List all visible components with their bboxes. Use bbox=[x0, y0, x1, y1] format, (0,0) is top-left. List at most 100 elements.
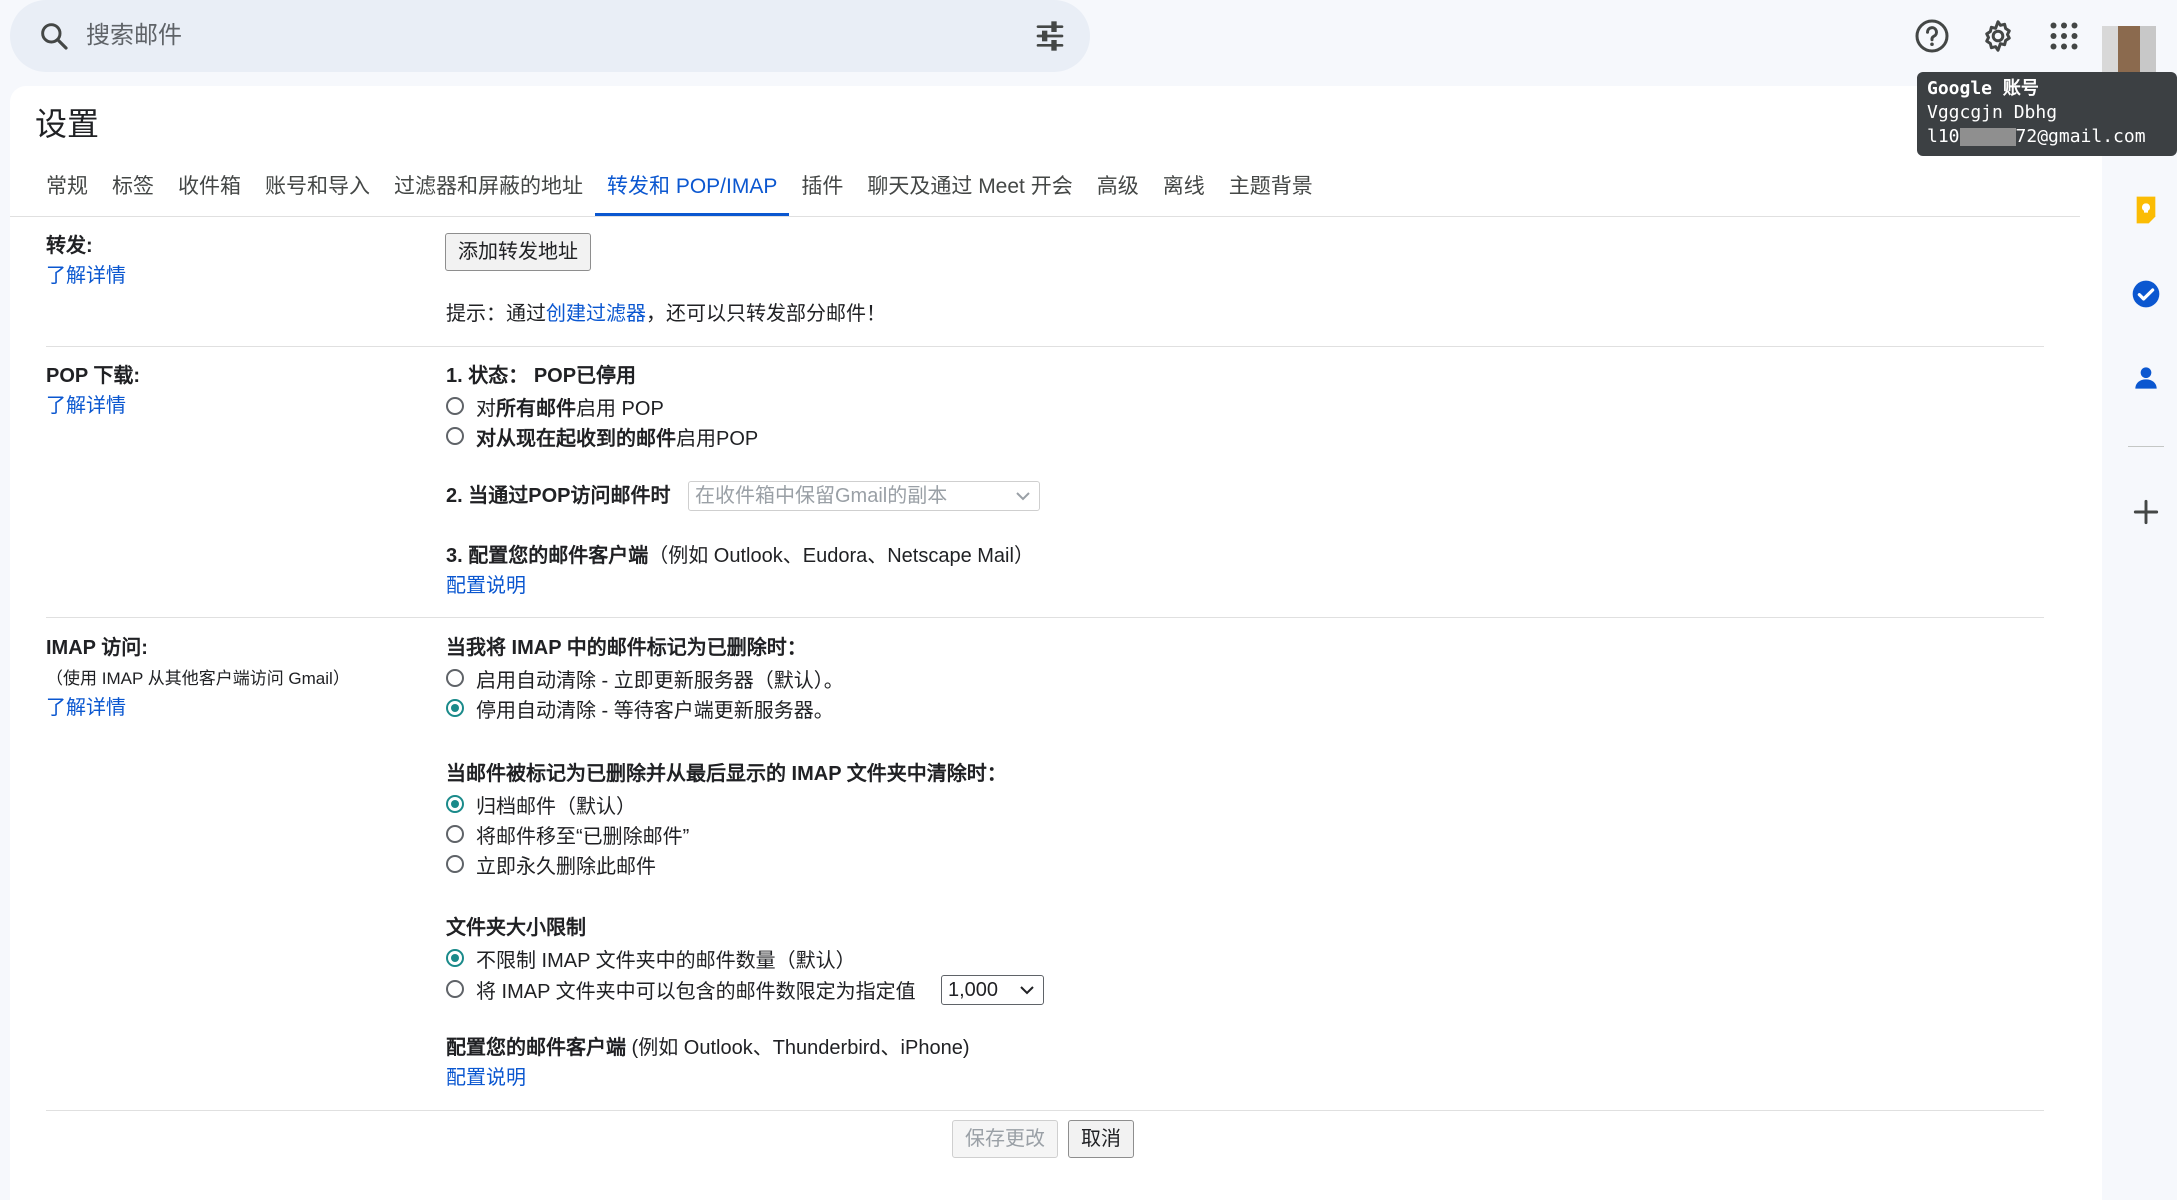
tab-addons[interactable]: 插件 bbox=[789, 168, 855, 216]
tab-chat-meet[interactable]: 聊天及通过 Meet 开会 bbox=[855, 168, 1084, 216]
radio-button[interactable] bbox=[446, 397, 464, 415]
imap-archive-label: 归档邮件（默认） bbox=[476, 795, 636, 818]
create-filter-link[interactable]: 创建过滤器 bbox=[546, 303, 646, 325]
imap-folder-heading-text: 文件夹大小限制 bbox=[446, 917, 586, 939]
tab-general[interactable]: 常规 bbox=[34, 168, 100, 216]
pop-access-select[interactable]: 在收件箱中保留Gmail的副本 bbox=[688, 481, 1040, 511]
cancel-button[interactable]: 取消 bbox=[1068, 1120, 1134, 1158]
radio-button[interactable] bbox=[446, 855, 464, 873]
tab-accounts-import[interactable]: 账号和导入 bbox=[253, 168, 382, 216]
pop-configure-instructions-link[interactable]: 配置说明 bbox=[446, 572, 526, 600]
imap-configure-example: (例如 Outlook、Thunderbird、iPhone) bbox=[626, 1037, 970, 1059]
avatar[interactable] bbox=[2102, 26, 2156, 74]
save-changes-button[interactable]: 保存更改 bbox=[952, 1120, 1058, 1158]
pop-learn-more-link[interactable]: 了解详情 bbox=[46, 392, 126, 420]
account-tooltip-email: l10 72@gmail.com bbox=[1927, 125, 2177, 149]
add-icon[interactable] bbox=[2130, 496, 2162, 528]
tab-inbox[interactable]: 收件箱 bbox=[166, 168, 253, 216]
forwarding-tip-prefix: 提示：通过 bbox=[446, 303, 546, 325]
imap-sublabel: （使用 IMAP 从其他客户端访问 Gmail） bbox=[46, 669, 350, 688]
settings-tabs: 常规 标签 收件箱 账号和导入 过滤器和屏蔽的地址 转发和 POP/IMAP 插… bbox=[34, 168, 1325, 216]
tab-filters-blocked[interactable]: 过滤器和屏蔽的地址 bbox=[382, 168, 595, 216]
tab-forwarding-pop-imap[interactable]: 转发和 POP/IMAP bbox=[595, 168, 790, 216]
radio-button[interactable] bbox=[446, 980, 464, 998]
pop-enable-all-prefix: 对 bbox=[476, 397, 496, 420]
settings-icon[interactable] bbox=[1980, 18, 2016, 54]
imap-auto-expunge-off-label: 停用自动清除 - 等待客户端更新服务器。 bbox=[476, 699, 834, 722]
imap-delete-forever-option[interactable]: 立即永久删除此邮件 bbox=[446, 850, 656, 878]
pop-configure-label: 3. 配置您的邮件客户端 bbox=[446, 545, 649, 567]
apps-icon[interactable] bbox=[2046, 18, 2082, 54]
forwarding-learn-more-link[interactable]: 了解详情 bbox=[46, 262, 126, 290]
help-icon[interactable] bbox=[1914, 18, 1950, 54]
imap-expunge-heading-text: 当邮件被标记为已删除并从最后显示的 IMAP 文件夹中清除时： bbox=[446, 763, 1007, 785]
radio-button-checked[interactable] bbox=[446, 699, 464, 717]
imap-limit-option[interactable]: 将 IMAP 文件夹中可以包含的邮件数限定为指定值 bbox=[446, 975, 916, 1003]
tasks-icon[interactable] bbox=[2130, 278, 2162, 310]
account-tooltip: Google 账号 Vggcgjn Dbhg l10 72@gmail.com bbox=[1917, 72, 2177, 156]
radio-button[interactable] bbox=[446, 427, 464, 445]
section-divider bbox=[46, 346, 2044, 347]
radio-button-checked[interactable] bbox=[446, 949, 464, 967]
account-tooltip-title: Google 账号 bbox=[1927, 78, 2039, 99]
forwarding-tip: 提示：通过创建过滤器，还可以只转发部分邮件！ bbox=[446, 300, 886, 328]
side-panel bbox=[2104, 100, 2177, 1200]
tabs-divider bbox=[10, 216, 2080, 217]
chevron-down-icon bbox=[1020, 986, 1034, 995]
imap-delete-forever-label: 立即永久删除此邮件 bbox=[476, 855, 656, 878]
pop-enable-all-suffix: 启用 POP bbox=[576, 397, 664, 420]
section-divider bbox=[46, 1110, 2044, 1111]
imap-configure-instructions-link[interactable]: 配置说明 bbox=[446, 1064, 526, 1092]
add-forwarding-address-button[interactable]: 添加转发地址 bbox=[445, 233, 591, 271]
search-bar[interactable]: 搜索邮件 bbox=[10, 0, 1090, 72]
contacts-icon[interactable] bbox=[2130, 362, 2162, 394]
imap-move-to-trash-label: 将邮件移至“已删除邮件” bbox=[476, 825, 690, 848]
forwarding-tip-suffix: ，还可以只转发部分邮件！ bbox=[646, 303, 886, 325]
imap-folder-limit-select[interactable]: 1,000 bbox=[941, 975, 1044, 1005]
pop-access-label: 2. 当通过POP访问邮件时 bbox=[446, 482, 670, 510]
pop-enable-all-bold: 所有邮件 bbox=[496, 397, 576, 420]
imap-expunge-heading: 当邮件被标记为已删除并从最后显示的 IMAP 文件夹中清除时： bbox=[446, 760, 1007, 788]
settings-card bbox=[10, 86, 2102, 1200]
tab-labels[interactable]: 标签 bbox=[100, 168, 166, 216]
forwarding-label: 转发: bbox=[46, 235, 93, 257]
radio-button[interactable] bbox=[446, 669, 464, 687]
imap-label: IMAP 访问: bbox=[46, 637, 148, 659]
search-input[interactable]: 搜索邮件 bbox=[86, 20, 182, 52]
keep-icon[interactable] bbox=[2130, 194, 2162, 226]
pop-enable-all-option[interactable]: 对所有邮件 启用 POP bbox=[446, 392, 664, 420]
redacted-mask bbox=[1959, 128, 2016, 146]
pop-access-select-value: 在收件箱中保留Gmail的副本 bbox=[695, 485, 948, 507]
imap-learn-more-link[interactable]: 了解详情 bbox=[46, 694, 126, 722]
imap-folder-limit-value: 1,000 bbox=[948, 979, 999, 1001]
account-email-prefix: l10 bbox=[1927, 126, 1960, 147]
imap-auto-expunge-on-option[interactable]: 启用自动清除 - 立即更新服务器（默认）。 bbox=[446, 664, 844, 692]
search-icon[interactable] bbox=[38, 20, 70, 52]
radio-button-checked[interactable] bbox=[446, 795, 464, 813]
pop-label: POP 下载: bbox=[46, 365, 141, 387]
pop-enable-now-bold: 对从现在起收到的邮件 bbox=[476, 427, 676, 450]
tab-offline[interactable]: 离线 bbox=[1151, 168, 1217, 216]
pop-status-label: 1. 状态： bbox=[446, 365, 529, 387]
pop-configure: 3. 配置您的邮件客户端（例如 Outlook、Eudora、Netscape … bbox=[446, 542, 1034, 570]
imap-archive-option[interactable]: 归档邮件（默认） bbox=[446, 790, 636, 818]
pop-configure-example: （例如 Outlook、Eudora、Netscape Mail） bbox=[648, 545, 1034, 567]
imap-configure: 配置您的邮件客户端 (例如 Outlook、Thunderbird、iPhone… bbox=[446, 1034, 969, 1062]
imap-no-limit-option[interactable]: 不限制 IMAP 文件夹中的邮件数量（默认） bbox=[446, 944, 856, 972]
imap-auto-expunge-on-label: 启用自动清除 - 立即更新服务器（默认）。 bbox=[476, 669, 844, 692]
account-tooltip-name: Vggcgjn Dbhg bbox=[1927, 102, 2058, 123]
pop-enable-now-option[interactable]: 对从现在起收到的邮件 启用POP bbox=[446, 422, 758, 450]
imap-delete-heading-text: 当我将 IMAP 中的邮件标记为已删除时： bbox=[446, 637, 807, 659]
imap-auto-expunge-off-option[interactable]: 停用自动清除 - 等待客户端更新服务器。 bbox=[446, 694, 834, 722]
imap-move-to-trash-option[interactable]: 将邮件移至“已删除邮件” bbox=[446, 820, 689, 848]
pop-enable-now-suffix: 启用POP bbox=[676, 427, 759, 450]
imap-no-limit-label: 不限制 IMAP 文件夹中的邮件数量（默认） bbox=[476, 949, 856, 972]
side-panel-divider bbox=[2128, 446, 2164, 447]
pop-access-label-text: 2. 当通过POP访问邮件时 bbox=[446, 485, 671, 507]
imap-limit-label: 将 IMAP 文件夹中可以包含的邮件数限定为指定值 bbox=[476, 980, 916, 1003]
tab-advanced[interactable]: 高级 bbox=[1085, 168, 1151, 216]
tab-themes[interactable]: 主题背景 bbox=[1217, 168, 1325, 216]
radio-button[interactable] bbox=[446, 825, 464, 843]
tune-icon[interactable] bbox=[1034, 20, 1066, 52]
pop-status-value: POP已停用 bbox=[533, 365, 637, 387]
